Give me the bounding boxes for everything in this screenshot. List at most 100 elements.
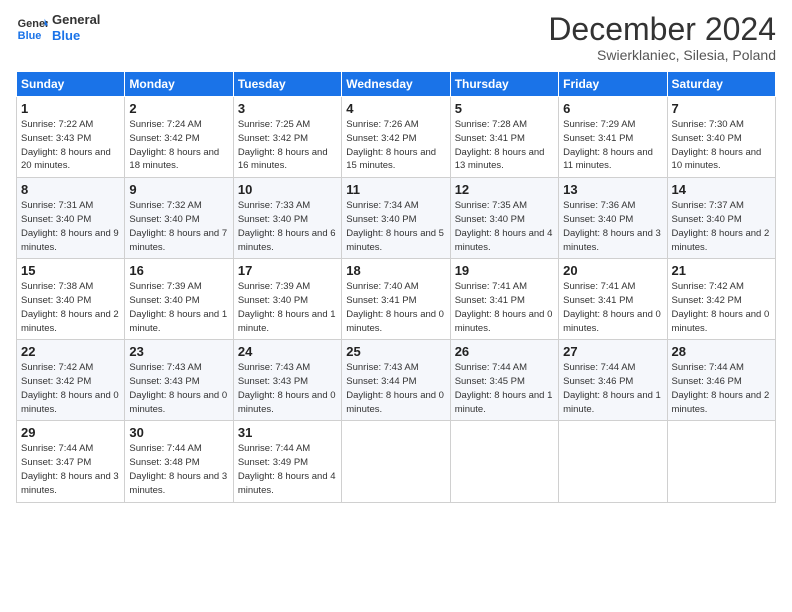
day-info: Sunrise: 7:31 AMSunset: 3:40 PMDaylight:… [21, 199, 120, 254]
day-info: Sunrise: 7:43 AMSunset: 3:44 PMDaylight:… [346, 361, 445, 416]
day-number: 1 [21, 101, 120, 116]
logo-general: General [52, 12, 100, 28]
calendar-cell: 13Sunrise: 7:36 AMSunset: 3:40 PMDayligh… [559, 178, 667, 259]
calendar-cell: 29 Sunrise: 7:44 AMSunset: 3:47 PMDayligh… [17, 421, 125, 502]
day-number: 13 [563, 182, 662, 197]
calendar-cell: 8 Sunrise: 7:31 AMSunset: 3:40 PMDaylight… [17, 178, 125, 259]
day-number: 5 [455, 101, 554, 116]
day-info: Sunrise: 7:43 AMSunset: 3:43 PMDaylight:… [238, 361, 337, 416]
calendar-week-row: 8 Sunrise: 7:31 AMSunset: 3:40 PMDaylight… [17, 178, 776, 259]
calendar-cell: 24 Sunrise: 7:43 AMSunset: 3:43 PMDayligh… [233, 340, 341, 421]
calendar-cell: 30 Sunrise: 7:44 AMSunset: 3:48 PMDayligh… [125, 421, 233, 502]
calendar-cell [559, 421, 667, 502]
calendar-cell: 2 Sunrise: 7:24 AMSunset: 3:42 PMDaylight… [125, 97, 233, 178]
day-info: Sunrise: 7:43 AMSunset: 3:43 PMDaylight:… [129, 361, 228, 416]
day-info: Sunrise: 7:37 AMSunset: 3:40 PMDaylight:… [672, 199, 771, 254]
day-number: 23 [129, 344, 228, 359]
day-number: 25 [346, 344, 445, 359]
day-info: Sunrise: 7:34 AMSunset: 3:40 PMDaylight:… [346, 199, 445, 254]
calendar-header: SundayMondayTuesdayWednesdayThursdayFrid… [17, 72, 776, 97]
day-number: 21 [672, 263, 771, 278]
day-info: Sunrise: 7:42 AMSunset: 3:42 PMDaylight:… [21, 361, 120, 416]
day-number: 24 [238, 344, 337, 359]
day-number: 17 [238, 263, 337, 278]
calendar-cell: 26 Sunrise: 7:44 AMSunset: 3:45 PMDayligh… [450, 340, 558, 421]
calendar-cell: 23 Sunrise: 7:43 AMSunset: 3:43 PMDayligh… [125, 340, 233, 421]
calendar-cell: 19 Sunrise: 7:41 AMSunset: 3:41 PMDayligh… [450, 259, 558, 340]
day-info: Sunrise: 7:38 AMSunset: 3:40 PMDaylight:… [21, 280, 120, 335]
calendar-cell: 1 Sunrise: 7:22 AMSunset: 3:43 PMDaylight… [17, 97, 125, 178]
day-of-week-header: Saturday [667, 72, 775, 97]
calendar-table: SundayMondayTuesdayWednesdayThursdayFrid… [16, 71, 776, 502]
day-number: 4 [346, 101, 445, 116]
day-number: 27 [563, 344, 662, 359]
calendar-cell: 3Sunrise: 7:25 AMSunset: 3:42 PMDaylight… [233, 97, 341, 178]
day-number: 26 [455, 344, 554, 359]
calendar-cell [667, 421, 775, 502]
day-info: Sunrise: 7:32 AMSunset: 3:40 PMDaylight:… [129, 199, 228, 254]
day-number: 9 [129, 182, 228, 197]
calendar-cell: 7 Sunrise: 7:30 AMSunset: 3:40 PMDaylight… [667, 97, 775, 178]
day-number: 30 [129, 425, 228, 440]
calendar-week-row: 1 Sunrise: 7:22 AMSunset: 3:43 PMDaylight… [17, 97, 776, 178]
title-block: December 2024 Swierklaniec, Silesia, Pol… [548, 12, 776, 63]
day-info: Sunrise: 7:40 AMSunset: 3:41 PMDaylight:… [346, 280, 445, 335]
calendar-cell: 16 Sunrise: 7:39 AMSunset: 3:40 PMDayligh… [125, 259, 233, 340]
svg-text:General: General [18, 18, 48, 30]
calendar-cell: 12 Sunrise: 7:35 AMSunset: 3:40 PMDayligh… [450, 178, 558, 259]
calendar-cell: 25 Sunrise: 7:43 AMSunset: 3:44 PMDayligh… [342, 340, 450, 421]
calendar-cell: 5 Sunrise: 7:28 AMSunset: 3:41 PMDaylight… [450, 97, 558, 178]
calendar-week-row: 15 Sunrise: 7:38 AMSunset: 3:40 PMDayligh… [17, 259, 776, 340]
day-number: 7 [672, 101, 771, 116]
day-info: Sunrise: 7:41 AMSunset: 3:41 PMDaylight:… [563, 280, 662, 335]
day-number: 22 [21, 344, 120, 359]
day-info: Sunrise: 7:44 AMSunset: 3:46 PMDaylight:… [672, 361, 771, 416]
day-number: 10 [238, 182, 337, 197]
day-number: 28 [672, 344, 771, 359]
calendar-cell: 27 Sunrise: 7:44 AMSunset: 3:46 PMDayligh… [559, 340, 667, 421]
calendar-cell: 15 Sunrise: 7:38 AMSunset: 3:40 PMDayligh… [17, 259, 125, 340]
day-number: 2 [129, 101, 228, 116]
day-header-row: SundayMondayTuesdayWednesdayThursdayFrid… [17, 72, 776, 97]
day-number: 29 [21, 425, 120, 440]
day-number: 8 [21, 182, 120, 197]
day-info: Sunrise: 7:44 AMSunset: 3:46 PMDaylight:… [563, 361, 662, 416]
day-info: Sunrise: 7:41 AMSunset: 3:41 PMDaylight:… [455, 280, 554, 335]
calendar-cell [450, 421, 558, 502]
day-number: 11 [346, 182, 445, 197]
day-info: Sunrise: 7:42 AMSunset: 3:42 PMDaylight:… [672, 280, 771, 335]
day-of-week-header: Sunday [17, 72, 125, 97]
day-number: 19 [455, 263, 554, 278]
day-number: 3 [238, 101, 337, 116]
location-subtitle: Swierklaniec, Silesia, Poland [548, 47, 776, 63]
day-info: Sunrise: 7:44 AMSunset: 3:47 PMDaylight:… [21, 442, 120, 497]
day-info: Sunrise: 7:33 AMSunset: 3:40 PMDaylight:… [238, 199, 337, 254]
calendar-cell: 9 Sunrise: 7:32 AMSunset: 3:40 PMDaylight… [125, 178, 233, 259]
calendar-cell: 21 Sunrise: 7:42 AMSunset: 3:42 PMDayligh… [667, 259, 775, 340]
day-of-week-header: Thursday [450, 72, 558, 97]
calendar-cell: 10 Sunrise: 7:33 AMSunset: 3:40 PMDayligh… [233, 178, 341, 259]
day-number: 16 [129, 263, 228, 278]
calendar-cell: 6Sunrise: 7:29 AMSunset: 3:41 PMDaylight… [559, 97, 667, 178]
month-title: December 2024 [548, 12, 776, 47]
calendar-body: 1 Sunrise: 7:22 AMSunset: 3:43 PMDaylight… [17, 97, 776, 502]
day-info: Sunrise: 7:22 AMSunset: 3:43 PMDaylight:… [21, 118, 120, 173]
day-info: Sunrise: 7:35 AMSunset: 3:40 PMDaylight:… [455, 199, 554, 254]
calendar-cell: 4Sunrise: 7:26 AMSunset: 3:42 PMDaylight… [342, 97, 450, 178]
calendar-cell: 11 Sunrise: 7:34 AMSunset: 3:40 PMDayligh… [342, 178, 450, 259]
calendar-cell [342, 421, 450, 502]
day-info: Sunrise: 7:29 AMSunset: 3:41 PMDaylight:… [563, 118, 662, 173]
calendar-week-row: 22 Sunrise: 7:42 AMSunset: 3:42 PMDayligh… [17, 340, 776, 421]
day-info: Sunrise: 7:44 AMSunset: 3:48 PMDaylight:… [129, 442, 228, 497]
day-info: Sunrise: 7:24 AMSunset: 3:42 PMDaylight:… [129, 118, 228, 173]
day-number: 12 [455, 182, 554, 197]
day-number: 15 [21, 263, 120, 278]
page: General Blue General Blue December 2024 … [0, 0, 792, 612]
day-number: 31 [238, 425, 337, 440]
calendar-cell: 28 Sunrise: 7:44 AMSunset: 3:46 PMDayligh… [667, 340, 775, 421]
day-info: Sunrise: 7:28 AMSunset: 3:41 PMDaylight:… [455, 118, 554, 173]
day-info: Sunrise: 7:39 AMSunset: 3:40 PMDaylight:… [129, 280, 228, 335]
day-info: Sunrise: 7:44 AMSunset: 3:45 PMDaylight:… [455, 361, 554, 416]
calendar-cell: 20Sunrise: 7:41 AMSunset: 3:41 PMDayligh… [559, 259, 667, 340]
day-info: Sunrise: 7:30 AMSunset: 3:40 PMDaylight:… [672, 118, 771, 173]
